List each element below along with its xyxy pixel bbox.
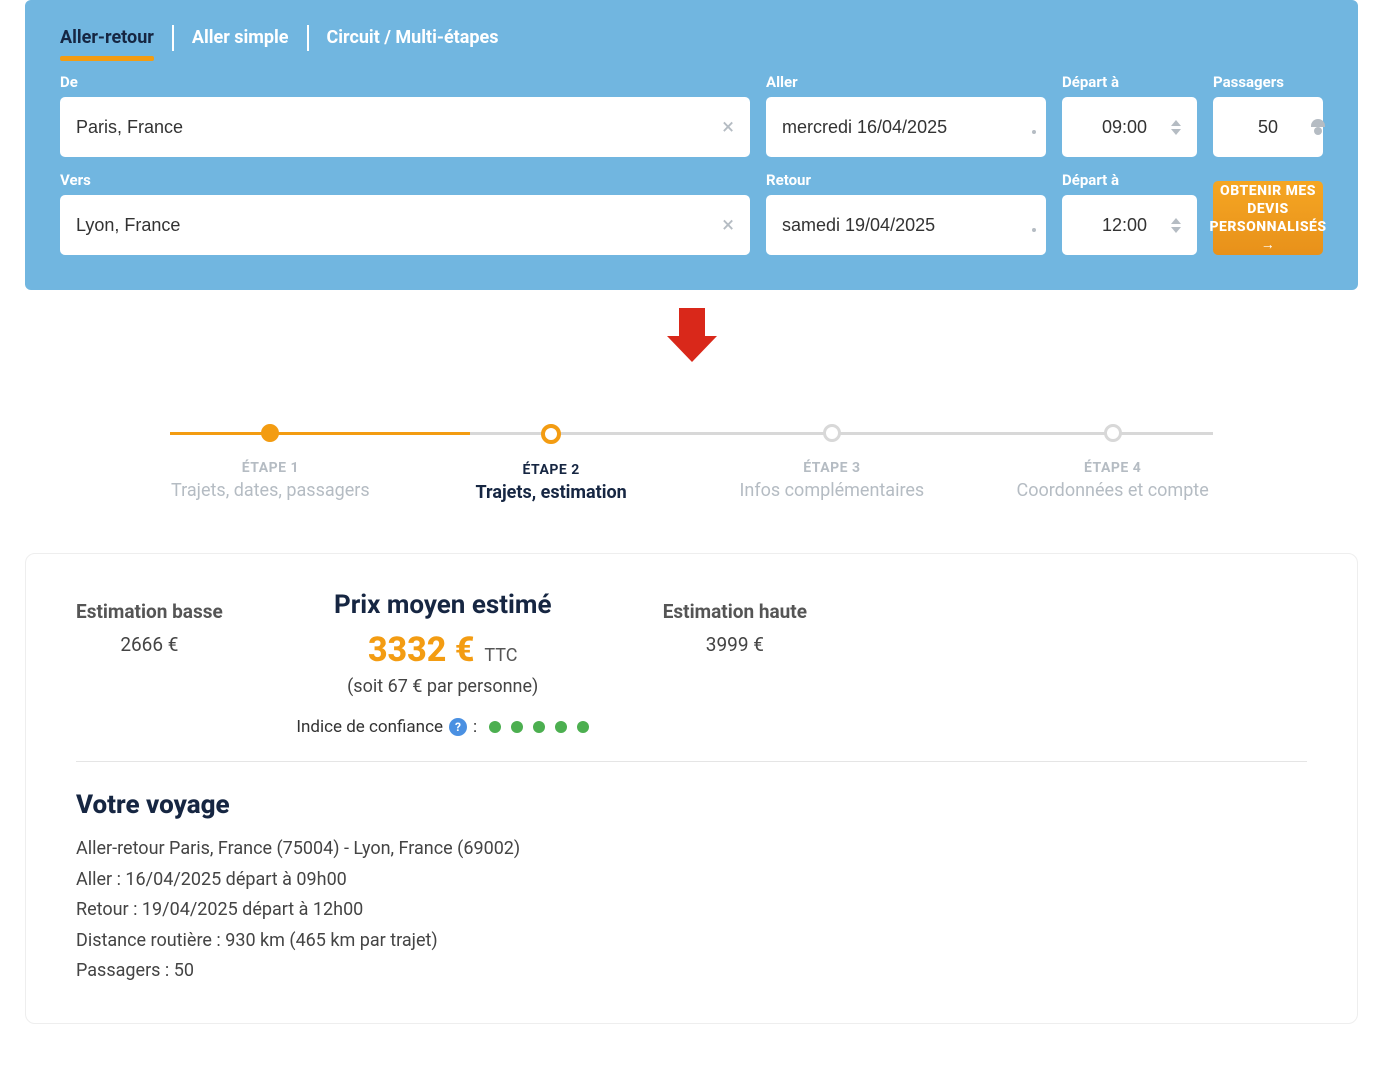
estimation-card: Estimation basse 2666 € Prix moyen estim… xyxy=(25,553,1358,1024)
step-4-label: ÉTAPE 4 xyxy=(972,460,1253,476)
step-4[interactable]: ÉTAPE 4 Coordonnées et compte xyxy=(972,424,1253,501)
step-circle-icon xyxy=(261,424,279,442)
step-2[interactable]: ÉTAPE 2 Trajets, estimation xyxy=(411,424,692,503)
estimation-average-label: Prix moyen estimé xyxy=(283,590,603,620)
stepper-up-icon[interactable] xyxy=(1171,218,1181,224)
confidence-label: Indice de confiance xyxy=(296,717,443,737)
return-time-input[interactable] xyxy=(1078,215,1171,236)
estimation-low-value: 2666 € xyxy=(76,633,223,656)
to-input[interactable] xyxy=(76,215,722,236)
return-date-input[interactable] xyxy=(782,215,1030,236)
return-label: Retour xyxy=(766,171,1046,189)
estimation-high-label: Estimation haute xyxy=(663,600,807,623)
stepper-down-icon[interactable] xyxy=(1171,129,1181,135)
pricing-row: Estimation basse 2666 € Prix moyen estim… xyxy=(76,590,1307,737)
depart-at-label-2: Départ à xyxy=(1062,171,1197,189)
outbound-date-input[interactable] xyxy=(782,117,1030,138)
step-1-label: ÉTAPE 1 xyxy=(130,460,411,476)
trip-summary-distance: Distance routière : 930 km (465 km par t… xyxy=(76,926,1307,957)
clear-to-icon[interactable]: × xyxy=(722,213,734,238)
return-date-field: Retour xyxy=(766,171,1046,255)
ttc-label: TTC xyxy=(484,645,517,666)
step-2-desc: Trajets, estimation xyxy=(411,482,692,503)
estimation-low-label: Estimation basse xyxy=(76,600,223,623)
trip-summary-return: Retour : 19/04/2025 départ à 12h00 xyxy=(76,895,1307,926)
estimation-low: Estimation basse 2666 € xyxy=(76,590,223,656)
clear-from-icon[interactable]: × xyxy=(722,115,734,140)
separator xyxy=(76,761,1307,762)
trip-summary-outbound: Aller : 16/04/2025 départ à 09h00 xyxy=(76,865,1307,896)
passengers-label: Passagers xyxy=(1213,73,1323,91)
step-4-desc: Coordonnées et compte xyxy=(972,480,1253,501)
estimation-average: Prix moyen estimé 3332 € TTC (soit 67 € … xyxy=(283,590,603,737)
confidence-dots xyxy=(489,721,589,733)
outbound-label: Aller xyxy=(766,73,1046,91)
tab-multi-stage[interactable]: Circuit / Multi-étapes xyxy=(309,25,517,51)
time-stepper xyxy=(1171,120,1181,135)
return-time-field: Départ à xyxy=(1062,171,1197,255)
dot-icon xyxy=(533,721,545,733)
confidence-row: Indice de confiance ? : xyxy=(283,717,603,737)
step-1[interactable]: ÉTAPE 1 Trajets, dates, passagers xyxy=(130,424,411,501)
passengers-input[interactable] xyxy=(1229,117,1307,138)
from-label: De xyxy=(60,73,750,91)
estimation-high-value: 3999 € xyxy=(663,633,807,656)
dot-icon xyxy=(555,721,567,733)
progress-steps: ÉTAPE 1 Trajets, dates, passagers ÉTAPE … xyxy=(0,374,1383,533)
from-input[interactable] xyxy=(76,117,722,138)
estimation-high: Estimation haute 3999 € xyxy=(663,590,807,656)
step-3-desc: Infos complémentaires xyxy=(692,480,973,501)
confidence-separator: : xyxy=(473,717,477,737)
outbound-date-field: Aller xyxy=(766,73,1046,157)
step-2-label: ÉTAPE 2 xyxy=(411,462,692,478)
info-icon[interactable]: ? xyxy=(449,718,467,736)
dot-icon xyxy=(511,721,523,733)
step-circle-icon xyxy=(1104,424,1122,442)
outbound-time-input[interactable] xyxy=(1078,117,1171,138)
search-form: De × Aller Départ à Pas xyxy=(60,73,1323,255)
tab-one-way[interactable]: Aller simple xyxy=(174,25,307,51)
step-3[interactable]: ÉTAPE 3 Infos complémentaires xyxy=(692,424,973,501)
outbound-time-field: Départ à xyxy=(1062,73,1197,157)
to-field: Vers × xyxy=(60,171,750,255)
dot-icon xyxy=(489,721,501,733)
stepper-up-icon[interactable] xyxy=(1171,120,1181,126)
step-circle-icon xyxy=(541,424,561,444)
trip-type-tabs: Aller-retour Aller simple Circuit / Mult… xyxy=(60,25,1323,51)
estimation-average-value: 3332 € xyxy=(368,630,475,670)
search-panel: Aller-retour Aller simple Circuit / Mult… xyxy=(25,0,1358,290)
stepper-down-icon[interactable] xyxy=(1171,227,1181,233)
step-3-label: ÉTAPE 3 xyxy=(692,460,973,476)
per-person-text: (soit 67 € par personne) xyxy=(283,676,603,697)
dot-icon xyxy=(577,721,589,733)
time-stepper xyxy=(1171,218,1181,233)
step-circle-icon xyxy=(823,424,841,442)
depart-at-label: Départ à xyxy=(1062,73,1197,91)
trip-summary: Votre voyage Aller-retour Paris, France … xyxy=(76,790,1307,987)
trip-summary-route: Aller-retour Paris, France (75004) - Lyo… xyxy=(76,834,1307,865)
from-field: De × xyxy=(60,73,750,157)
trip-summary-title: Votre voyage xyxy=(76,790,1307,820)
arrow-down-icon xyxy=(667,308,717,368)
get-quotes-button[interactable]: OBTENIR MES DEVIS PERSONNALISÉS → xyxy=(1213,181,1323,255)
to-label: Vers xyxy=(60,171,750,189)
passengers-field: Passagers xyxy=(1213,73,1323,157)
trip-summary-passengers: Passagers : 50 xyxy=(76,956,1307,987)
tab-round-trip[interactable]: Aller-retour xyxy=(60,25,172,51)
step-1-desc: Trajets, dates, passagers xyxy=(130,480,411,501)
